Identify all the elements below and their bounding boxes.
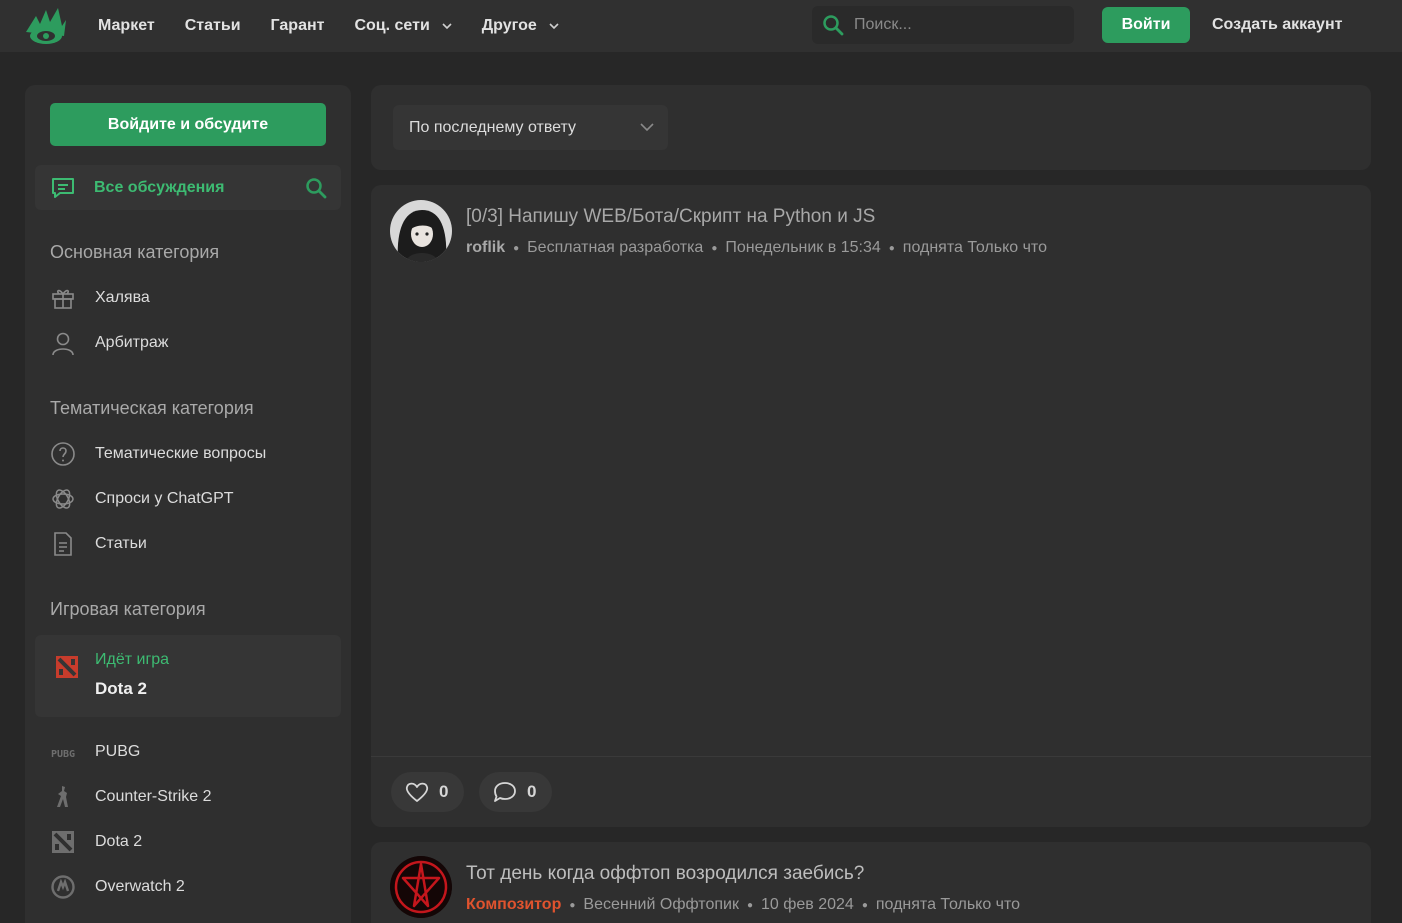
sidebar: Войдите и обсудите Все обсуждения Основн… xyxy=(25,85,351,923)
sidebar-item-label: PUBG xyxy=(95,743,141,760)
thread-title[interactable]: [0/3] Напишу WEB/Бота/Скрипт на Python и… xyxy=(466,206,875,228)
nav-social-label: Соц. сети xyxy=(354,17,430,34)
chatgpt-icon xyxy=(50,486,76,512)
dota-icon xyxy=(55,655,79,684)
thread-title[interactable]: Тот день когда оффтоп возродился заебись… xyxy=(466,863,864,885)
divider xyxy=(371,756,1371,757)
meta-separator: ● xyxy=(888,242,895,254)
meta-separator: ● xyxy=(513,242,520,254)
top-header: Маркет Статьи Гарант Соц. сети Другое Во… xyxy=(0,0,1402,52)
thread-author[interactable]: roflik xyxy=(466,239,505,257)
sidebar-item-label: Dota 2 xyxy=(95,833,143,850)
sidebar-item-pubg[interactable]: PUBG PUBG xyxy=(50,737,140,767)
now-playing-game: Dota 2 xyxy=(95,679,147,698)
chevron-down-icon xyxy=(549,23,559,30)
nav-articles[interactable]: Статьи xyxy=(185,17,241,35)
sidebar-item-label: Спроси у ChatGPT xyxy=(95,490,234,507)
sort-panel: По последнему ответу xyxy=(371,85,1371,170)
question-icon xyxy=(50,441,76,467)
document-icon xyxy=(50,531,76,557)
like-button[interactable]: 0 xyxy=(391,772,464,812)
meta-separator: ● xyxy=(711,242,718,254)
sidebar-item-label: Арбитраж xyxy=(95,334,169,351)
thread-date: Понедельник в 15:34 xyxy=(725,239,881,256)
sidebar-item-questions[interactable]: Тематические вопросы xyxy=(50,439,266,469)
site-logo[interactable] xyxy=(24,6,68,46)
sidebar-item-overwatch[interactable]: Overwatch 2 xyxy=(50,872,185,902)
sort-select-value: По последнему ответу xyxy=(409,118,577,136)
thread-card: [0/3] Напишу WEB/Бота/Скрипт на Python и… xyxy=(371,185,1371,827)
nav-other-label: Другое xyxy=(481,17,537,34)
overwatch-icon xyxy=(50,874,76,900)
now-playing-card[interactable]: Идёт игра Dota 2 xyxy=(35,635,341,717)
nav-social[interactable]: Соц. сети xyxy=(354,17,452,35)
chevron-down-icon xyxy=(640,123,654,132)
comment-count: 0 xyxy=(527,782,537,801)
meta-separator: ● xyxy=(746,899,753,911)
sidebar-item-cs2[interactable]: Counter-Strike 2 xyxy=(50,782,212,812)
all-discussions-label: Все обсуждения xyxy=(94,178,225,196)
thread-date: 10 фев 2024 xyxy=(760,896,854,913)
sidebar-item-label: Халява xyxy=(95,289,150,306)
register-link[interactable]: Создать аккаунт xyxy=(1212,7,1342,43)
chevron-down-icon xyxy=(442,23,452,30)
section-heading-games: Игровая категория xyxy=(50,599,206,619)
nav-guarantor[interactable]: Гарант xyxy=(271,17,325,35)
sidebar-item-label: Overwatch 2 xyxy=(95,878,185,895)
main-nav: Маркет Статьи Гарант Соц. сети Другое xyxy=(98,0,559,52)
sidebar-item-label: Статьи xyxy=(95,535,147,552)
comment-icon xyxy=(494,782,516,802)
like-count: 0 xyxy=(439,782,449,801)
thread-meta: Композитор ● Весенний Оффтопик ● 10 фев … xyxy=(466,896,1020,914)
author-avatar[interactable] xyxy=(390,200,452,262)
user-icon xyxy=(50,330,76,356)
thread-category[interactable]: Весенний Оффтопик xyxy=(583,896,739,914)
now-playing-label: Идёт игра xyxy=(95,651,170,668)
sidebar-item-chatgpt[interactable]: Спроси у ChatGPT xyxy=(50,484,234,514)
author-avatar[interactable] xyxy=(390,856,452,918)
thread-author[interactable]: Композитор xyxy=(466,896,561,914)
search-input[interactable] xyxy=(854,16,1054,34)
nav-market-label: Маркет xyxy=(98,17,155,34)
sidebar-item-articles[interactable]: Статьи xyxy=(50,529,147,559)
comment-button[interactable]: 0 xyxy=(479,772,552,812)
section-heading-main: Основная категория xyxy=(50,242,220,262)
sidebar-item-arbitrage[interactable]: Арбитраж xyxy=(50,328,169,358)
search-icon[interactable] xyxy=(305,177,327,199)
gift-icon xyxy=(50,285,76,311)
heart-icon xyxy=(405,782,429,802)
svg-text:PUBG: PUBG xyxy=(51,749,75,760)
nav-other[interactable]: Другое xyxy=(482,17,559,35)
thread-card: Тот день когда оффтоп возродился заебись… xyxy=(371,842,1371,923)
pubg-icon: PUBG xyxy=(50,739,76,765)
all-discussions-item[interactable]: Все обсуждения xyxy=(35,165,341,210)
thread-bumped: поднята Только что xyxy=(875,896,1021,913)
login-discuss-button[interactable]: Войдите и обсудите xyxy=(50,103,326,146)
sidebar-item-dota2[interactable]: Dota 2 xyxy=(50,827,142,857)
thread-bumped: поднята Только что xyxy=(902,239,1047,256)
nav-articles-label: Статьи xyxy=(184,17,241,34)
dota-icon xyxy=(50,829,76,855)
counter-strike-icon xyxy=(50,784,76,810)
thread-category[interactable]: Бесплатная разработка xyxy=(527,239,703,257)
login-button[interactable]: Войти xyxy=(1102,7,1190,43)
section-heading-thematic: Тематическая категория xyxy=(50,398,254,418)
sidebar-item-label: Counter-Strike 2 xyxy=(95,788,212,805)
sort-select[interactable]: По последнему ответу xyxy=(393,105,668,150)
thread-meta: roflik ● Бесплатная разработка ● Понедел… xyxy=(466,239,1047,257)
sidebar-item-freebies[interactable]: Халява xyxy=(50,283,150,313)
nav-market[interactable]: Маркет xyxy=(98,17,155,35)
search-box[interactable] xyxy=(812,6,1074,44)
search-icon xyxy=(823,15,844,36)
meta-separator: ● xyxy=(569,899,576,911)
sidebar-item-label: Тематические вопросы xyxy=(95,445,267,462)
chat-icon xyxy=(52,177,74,198)
meta-separator: ● xyxy=(861,899,868,911)
nav-guarantor-label: Гарант xyxy=(270,17,325,34)
